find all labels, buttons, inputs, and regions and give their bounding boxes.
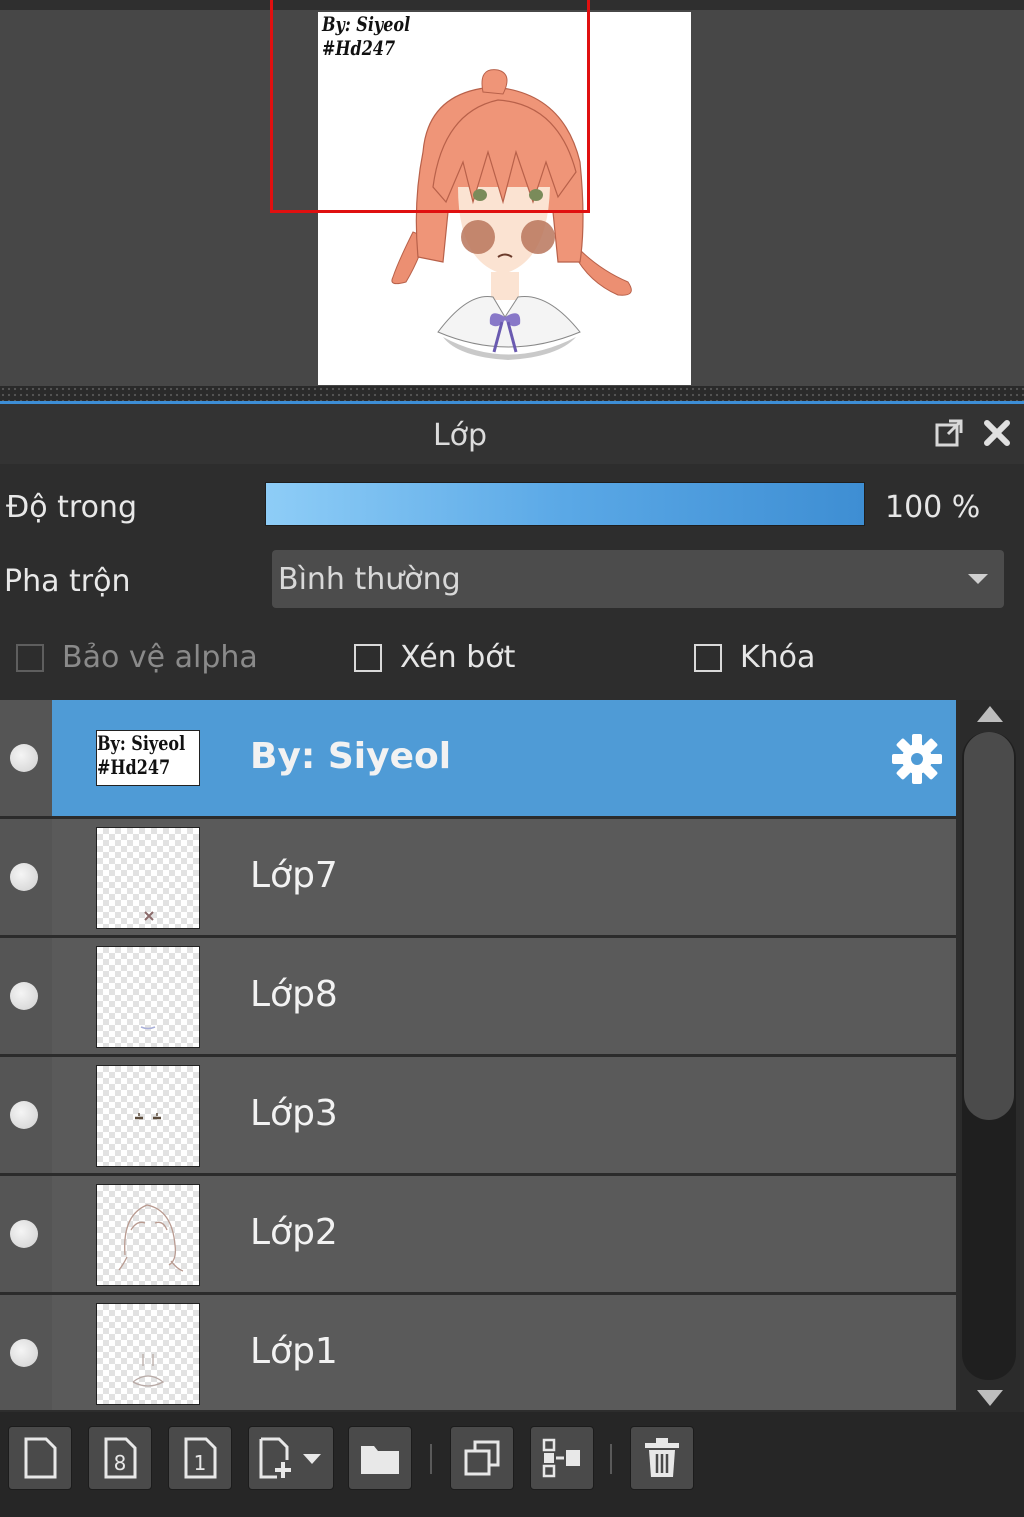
toolbar-separator — [610, 1444, 612, 1474]
visibility-toggle[interactable] — [0, 1295, 52, 1410]
visibility-toggle[interactable] — [0, 1057, 52, 1173]
layer-row[interactable]: Lớp2 — [0, 1176, 956, 1292]
layer-row-body[interactable]: By: Siyeol #Hd247 By: Siyeol — [52, 700, 956, 816]
svg-text:1: 1 — [194, 1451, 207, 1475]
visibility-toggle[interactable] — [0, 819, 52, 935]
chevron-down-icon — [968, 574, 988, 584]
thumbnail-art — [132, 1354, 165, 1387]
duplicate-layer-icon — [464, 1440, 500, 1476]
thumbnail-line-2: #Hd247 — [97, 755, 171, 779]
layer-name: Lớp7 — [250, 855, 338, 896]
thumbnail-art — [135, 1113, 161, 1120]
lock-box[interactable] — [694, 643, 722, 672]
opacity-value: 100 % — [885, 490, 981, 525]
layer-toolbar: 8 1 — [0, 1412, 1024, 1517]
add-layer-dropdown-icon — [259, 1437, 321, 1479]
layer-name: Lớp3 — [250, 1093, 338, 1134]
blend-mode-select[interactable]: Bình thường — [272, 550, 1004, 608]
layer-row[interactable]: By: Siyeol #Hd247 By: Siyeol — [0, 700, 956, 816]
layer-thumbnail: By: Siyeol #Hd247 — [96, 730, 200, 786]
opacity-slider[interactable] — [265, 482, 865, 526]
layer-row-body[interactable]: Lớp8 — [52, 938, 956, 1054]
eye-icon — [10, 1339, 38, 1367]
new-8bit-layer-button[interactable]: 8 — [88, 1426, 152, 1490]
lock-label: Khóa — [740, 640, 816, 675]
protect-alpha-label: Bảo vệ alpha — [62, 640, 258, 675]
popout-icon — [935, 419, 963, 447]
layer-name: Lớp2 — [250, 1212, 338, 1253]
eye-icon — [10, 744, 38, 772]
layer-row-body[interactable]: Lớp1 — [52, 1295, 956, 1410]
visibility-toggle[interactable] — [0, 938, 52, 1054]
visibility-toggle[interactable] — [0, 700, 52, 816]
layer-row-body[interactable]: Lớp3 — [52, 1057, 956, 1173]
panel-header: Lớp — [0, 404, 1024, 464]
scroll-track[interactable] — [962, 732, 1016, 1380]
new-folder-icon — [361, 1446, 399, 1474]
eye-icon — [10, 1101, 38, 1129]
delete-layer-icon — [645, 1438, 679, 1477]
layer-thumbnail — [96, 1065, 200, 1167]
layer-name: Lớp8 — [250, 974, 338, 1015]
layer-thumbnail — [96, 946, 200, 1048]
thumbnail-art — [144, 911, 154, 921]
eye-icon — [10, 863, 38, 891]
protect-alpha-box[interactable] — [16, 643, 44, 672]
opacity-label: Độ trong — [6, 490, 137, 525]
layer-row-body[interactable]: Lớp7 — [52, 819, 956, 935]
thumbnail-line-1: By: Siyeol — [97, 731, 186, 755]
layer-thumbnail — [96, 827, 200, 929]
lock-checkbox[interactable]: Khóa — [694, 640, 815, 675]
layer-row-body[interactable]: Lớp2 — [52, 1176, 956, 1292]
close-icon — [984, 420, 1010, 446]
layer-row[interactable]: Lớp8 — [0, 938, 956, 1054]
layer-name: Lớp1 — [250, 1331, 338, 1372]
protect-alpha-checkbox[interactable]: Bảo vệ alpha — [16, 640, 258, 675]
clipping-label: Xén bớt — [400, 640, 516, 675]
layer-thumbnail — [96, 1184, 200, 1286]
thumbnail-signature: By: Siyeol #Hd247 — [97, 731, 185, 779]
svg-text:8: 8 — [114, 1451, 127, 1475]
new-8bit-layer-icon: 8 — [104, 1437, 137, 1479]
clipping-box[interactable] — [354, 643, 382, 672]
gear-icon[interactable] — [890, 732, 944, 786]
toolbar-separator — [430, 1444, 432, 1474]
blend-mode-value: Bình thường — [278, 562, 461, 597]
layer-name: By: Siyeol — [250, 736, 452, 777]
eye-icon — [10, 982, 38, 1010]
new-1bit-layer-icon: 1 — [184, 1437, 217, 1479]
duplicate-layer-button[interactable] — [450, 1426, 514, 1490]
add-layer-dropdown-button[interactable] — [248, 1426, 334, 1490]
thumbnail-art — [118, 1204, 184, 1272]
close-button[interactable] — [978, 414, 1016, 452]
new-1bit-layer-button[interactable]: 1 — [168, 1426, 232, 1490]
merge-down-button[interactable] — [530, 1426, 594, 1490]
panel-title: Lớp — [432, 418, 488, 453]
layer-scrollbar[interactable] — [960, 700, 1020, 1412]
scroll-down-arrow-icon[interactable] — [977, 1390, 1003, 1406]
navigator-view-rectangle[interactable] — [270, 0, 590, 213]
layer-thumbnail — [96, 1303, 200, 1405]
visibility-toggle[interactable] — [0, 1176, 52, 1292]
new-folder-button[interactable] — [348, 1426, 412, 1490]
navigator-panel[interactable]: By: Siyeol #Hd247 — [0, 0, 1024, 392]
layer-row[interactable]: Lớp3 — [0, 1057, 956, 1173]
merge-down-icon — [542, 1438, 580, 1478]
layer-row[interactable]: Lớp1 — [0, 1295, 956, 1410]
blend-label: Pha trộn — [4, 564, 131, 599]
popout-button[interactable] — [930, 414, 968, 452]
scroll-up-arrow-icon[interactable] — [977, 706, 1003, 722]
clipping-checkbox[interactable]: Xén bớt — [354, 640, 515, 675]
layer-list: By: Siyeol #Hd247 By: Siyeol Lớp7 Lớp8 L… — [0, 700, 956, 1410]
thumbnail-art — [140, 1026, 156, 1030]
panel-splitter[interactable] — [0, 386, 1024, 402]
new-layer-button[interactable] — [8, 1426, 72, 1490]
layer-row[interactable]: Lớp7 — [0, 819, 956, 935]
delete-layer-button[interactable] — [630, 1426, 694, 1490]
new-layer-icon — [24, 1437, 57, 1479]
scroll-thumb[interactable] — [964, 732, 1014, 1120]
eye-icon — [10, 1220, 38, 1248]
